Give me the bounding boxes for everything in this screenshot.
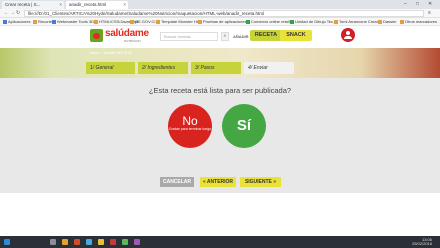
bookmark-item[interactable]: Otros marcadores [400,18,437,26]
browser-tab-bar: Crear receta | S... × anadir_receta.html… [0,0,440,9]
taskbar-app-icon[interactable] [134,239,140,245]
si-label: Sí [236,117,252,134]
bookmark-item[interactable]: Dassier [378,18,397,26]
add-snack-button[interactable]: SNACK [280,30,312,41]
search-input[interactable]: Buscar recetas [160,32,218,41]
cancel-button[interactable]: CANCELAR [160,177,194,187]
search-icon[interactable]: ⌕ [221,32,229,41]
minimize-icon[interactable]: – [404,0,407,8]
site-header [0,26,440,48]
tab-title: anadir_receta.html [69,2,107,7]
no-save-later-button[interactable]: No Grabar para terminar luego [168,104,212,148]
no-label: No [182,114,198,128]
bookmark-item[interactable]: Unidad de Dibujo Tec... [290,18,336,26]
menu-icon[interactable]: ≡ [428,9,431,18]
close-tab-icon[interactable]: × [59,1,62,9]
taskbar-app-icon[interactable] [110,239,116,245]
bookmark-item[interactable]: GE.GOV.CI [130,18,156,26]
no-sublabel: Grabar para terminar luego [168,127,212,131]
logo-subtitle: NUTRICION [124,39,141,43]
step-pasos[interactable]: 3/ Pasos [191,62,241,74]
main-content [0,78,440,193]
maximize-icon[interactable]: □ [416,0,419,8]
tab-title: Crear receta | S... [5,2,41,7]
reload-icon[interactable]: ↻ [16,9,20,18]
si-publish-button[interactable]: Sí [222,104,266,148]
os-taskbar: 13:06 25/02/2016 [0,236,440,248]
taskbar-app-icon[interactable] [62,239,68,245]
close-window-icon[interactable]: ✕ [428,0,432,8]
clock-date: 25/02/2016 [411,241,432,246]
taskbar-app-icon[interactable] [50,239,56,245]
bookmark-item[interactable]: Aplicaciones [3,18,30,26]
taskbar-app-icon[interactable] [122,239,128,245]
previous-button[interactable]: « ANTERIOR [200,177,236,187]
logo-icon [90,29,103,42]
taskbar-app-icon[interactable] [98,239,104,245]
bookmark-item[interactable]: Webmaster Tools 3D [52,18,94,26]
bookmark-item[interactable]: Comercio online retail... [246,18,293,26]
browser-tab[interactable]: Crear receta | S... × [2,1,64,9]
address-bar: ← → ↻ file:///D:/01_Clientes/ARTICA%20Hy… [0,9,440,18]
forward-icon[interactable]: → [10,9,15,18]
taskbar-app-icon[interactable] [74,239,80,245]
add-label: AÑADIR [233,34,249,39]
start-icon[interactable] [4,239,10,245]
bookmarks-bar: Aplicaciones Recortes Webmaster Tools 3D… [0,18,440,26]
bookmark-item[interactable]: Recortes [33,18,54,26]
breadcrumb: Inicio > Añadir RECETA [90,50,133,55]
close-tab-icon[interactable]: × [123,1,126,9]
bookmark-item[interactable]: Tomi Arrancone Crear... [334,18,381,26]
step-enviar[interactable]: 4/ Enviar [244,62,294,74]
taskbar-clock[interactable]: 13:06 25/02/2016 [412,238,432,246]
next-button[interactable]: SIGUIENTE » [240,177,281,187]
back-icon[interactable]: ← [4,9,9,18]
bookmark-item[interactable]: Template Monster Ht... [156,18,201,26]
publish-question: ¿Esta receta está lista para ser publica… [148,86,292,95]
step-general[interactable]: 1/ General [86,62,135,74]
site-logo[interactable]: salúdame NUTRICION [90,28,150,44]
bookmark-item[interactable]: Pruebas de aplicaciones... [198,18,250,26]
add-receta-button[interactable]: RECETA [250,30,282,41]
logo-text: salúdame [105,28,149,39]
url-input[interactable]: file:///D:/01_Clientes/ARTICA%20Hyde/Sal… [24,10,424,17]
user-avatar-icon[interactable] [341,28,355,42]
browser-tab-active[interactable]: anadir_receta.html × [66,1,128,9]
step-ingredientes[interactable]: 2/ Ingredientes [138,62,188,74]
taskbar-app-icon[interactable] [86,239,92,245]
